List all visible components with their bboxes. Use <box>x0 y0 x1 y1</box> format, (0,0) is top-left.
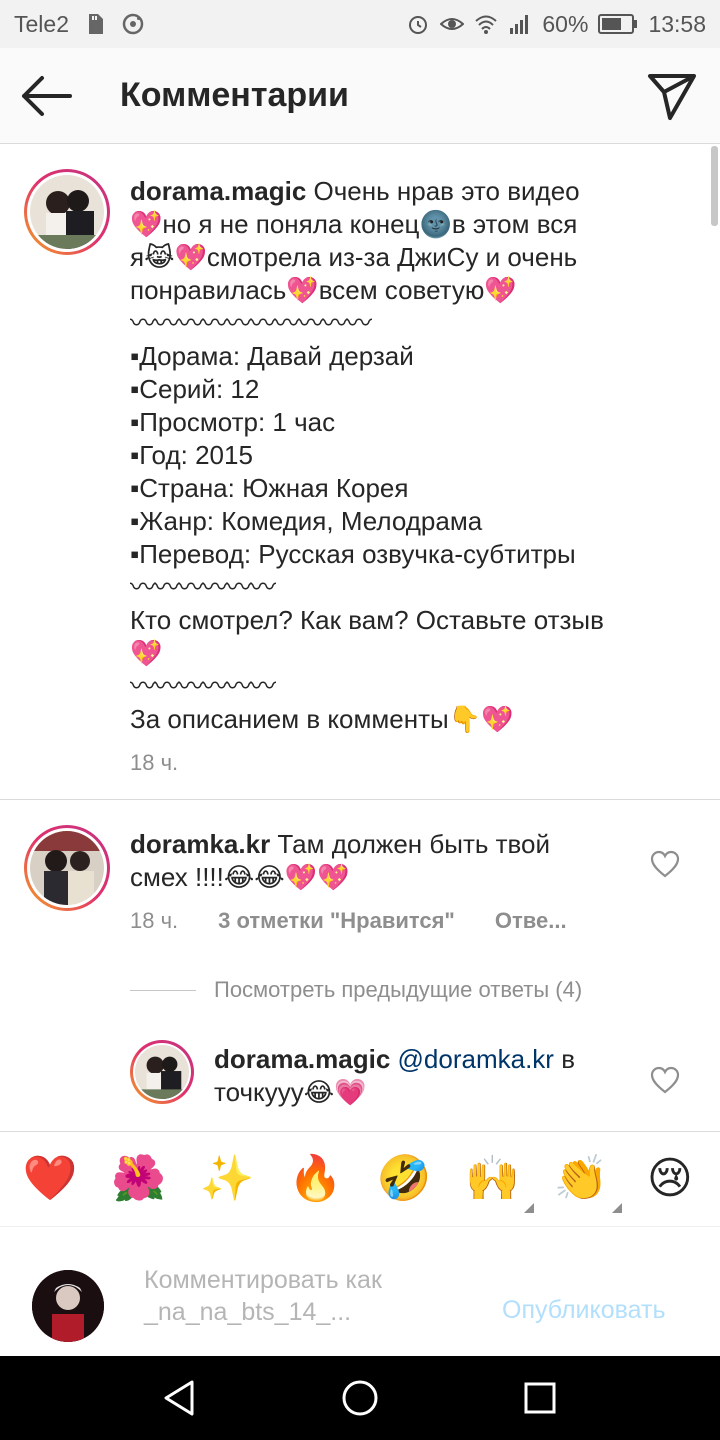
comment-meta: 18 ч. 3 отметки "Нравится" Отве... <box>130 908 567 934</box>
crying-face-emoji-button[interactable]: 😢 <box>635 1155 705 1203</box>
reply-text-a: в <box>561 1044 576 1074</box>
caption-text: dorama.magic Очень нрав это видео 💖но я … <box>130 175 700 779</box>
mention-link[interactable]: @doramka.kr <box>398 1044 554 1074</box>
detail-line: ▪Дорама: Давай дерзай <box>130 341 414 371</box>
sparkling-heart-emoji: 💖 <box>174 242 207 272</box>
rofl-emoji-button[interactable]: 🤣 <box>369 1155 439 1203</box>
comment-text-b: смех !!!! <box>130 862 224 892</box>
comment-username[interactable]: doramka.kr <box>130 829 270 859</box>
comment-composer: Комментировать как _na_na_bts_14_... Опу… <box>0 1228 720 1356</box>
caption-question: Кто смотрел? Как вам? Оставьте отзыв <box>130 605 604 635</box>
detail-line: ▪Страна: Южная Корея <box>130 473 409 503</box>
like-heart-icon[interactable] <box>650 850 680 878</box>
wave-divider: 〰〰〰〰〰〰〰〰〰〰 <box>130 308 372 338</box>
wave-divider: 〰〰〰〰〰〰 <box>130 572 276 602</box>
wave-divider: 〰〰〰〰〰〰 <box>130 671 276 701</box>
clapping-hands-emoji-button[interactable]: 👏 <box>546 1154 623 1213</box>
sd-card-icon <box>88 14 103 34</box>
reply-avatar[interactable] <box>130 1040 194 1104</box>
clock: 13:58 <box>648 10 706 37</box>
caption-line4b: всем советую <box>318 275 485 305</box>
comment-avatar[interactable] <box>24 825 110 911</box>
view-previous-replies[interactable]: Посмотреть предыдущие ответы (4) <box>130 977 582 1003</box>
sparkling-heart-emoji: 💖 <box>130 209 163 239</box>
hibiscus-emoji-button[interactable]: 🌺 <box>104 1155 174 1203</box>
sparkling-heart-emoji: 💖 <box>130 638 163 668</box>
point-down-emoji: 👇 <box>448 704 482 734</box>
caption-line1: Очень нрав это видео <box>313 176 580 206</box>
comment-emojis: 😂😂💖💖 <box>223 862 350 892</box>
nav-recents-icon[interactable] <box>518 1376 562 1420</box>
raised-hands-emoji-button[interactable]: 🙌 <box>458 1154 534 1213</box>
caption-username[interactable]: dorama.magic <box>130 176 306 206</box>
nav-back-icon[interactable] <box>158 1376 202 1420</box>
view-previous-label: Посмотреть предыдущие ответы (4) <box>214 977 583 1002</box>
carrier-label: Tele2 <box>14 10 69 37</box>
header: Комментарии <box>0 48 720 144</box>
battery-icon <box>598 14 638 34</box>
comments-list: dorama.magic Очень нрав это видео 💖но я … <box>0 145 720 1130</box>
signal-icon <box>510 15 529 34</box>
alarm-icon <box>409 16 428 34</box>
caption-avatar[interactable] <box>24 169 110 255</box>
sparkling-heart-emoji: 💖 <box>481 704 514 734</box>
comment-text: doramka.kr Там должен быть твой смех !!!… <box>130 828 590 894</box>
caption-line2b: в этом вся <box>451 209 578 239</box>
sparkling-heart-emoji: 💖 <box>484 275 517 305</box>
laughing-cat-emoji: 😹 <box>144 242 175 272</box>
comment-input-placeholder-user: _na_na_bts_14_... <box>144 1298 352 1326</box>
detail-line: ▪Перевод: Русская озвучка-субтитры <box>130 539 576 569</box>
caption-line2a: но я не поняла конец <box>162 209 420 239</box>
caption-footer: За описанием в комменты <box>130 704 449 734</box>
battery-percent: 60% <box>542 10 589 37</box>
detail-line: ▪Серий: 12 <box>130 374 260 404</box>
sparkling-heart-emoji: 💖 <box>286 275 319 305</box>
clapping-hands-glyph: 👏 <box>553 1154 609 1203</box>
caption-line3a: я <box>130 242 145 272</box>
dark-moon-emoji: 🌚 <box>419 209 452 239</box>
detail-line: ▪Год: 2015 <box>130 440 253 470</box>
direct-send-icon[interactable] <box>644 70 700 122</box>
likes-count-link[interactable]: 3 отметки "Нравится" <box>218 908 455 934</box>
comment-input[interactable]: Комментировать как _na_na_bts_14_... <box>144 1264 484 1328</box>
raised-hands-glyph: 🙌 <box>465 1154 521 1203</box>
my-avatar <box>32 1270 104 1342</box>
detail-line: ▪Просмотр: 1 час <box>130 407 336 437</box>
reply-emojis: 😂💗 <box>303 1077 367 1107</box>
reply-username[interactable]: dorama.magic <box>214 1044 390 1074</box>
comment-timestamp: 18 ч. <box>130 908 179 933</box>
nav-home-icon[interactable] <box>338 1376 382 1420</box>
instagram-notification-icon <box>122 13 144 35</box>
system-navigation-bar <box>0 1356 720 1440</box>
page-title: Комментарии <box>120 76 349 114</box>
like-heart-icon[interactable] <box>650 1066 680 1094</box>
eye-icon <box>440 18 465 30</box>
sparkles-emoji-button[interactable]: ✨ <box>192 1155 262 1203</box>
fire-emoji-button[interactable]: 🔥 <box>281 1155 351 1203</box>
comment-input-placeholder: Комментировать как <box>144 1266 382 1294</box>
detail-line: ▪Жанр: Комедия, Мелодрама <box>130 506 483 536</box>
reply-text: dorama.magic @doramka.kr в точкууу😂💗 <box>214 1043 614 1109</box>
thread-line <box>130 989 196 991</box>
reply-text-b: точкууу <box>214 1077 304 1107</box>
red-heart-emoji-button[interactable]: ❤️ <box>15 1155 85 1203</box>
reply-button[interactable]: Отве... <box>495 908 567 934</box>
back-arrow-icon[interactable] <box>20 72 76 120</box>
caption-line4a: понравилась <box>130 275 287 305</box>
publish-button[interactable]: Опубликовать <box>502 1296 665 1325</box>
quick-emoji-bar: ❤️ 🌺 ✨ 🔥 🤣 🙌 👏 😢 <box>0 1131 720 1227</box>
status-bar: Tele2 60% 13:58 <box>0 0 720 48</box>
divider <box>0 799 720 800</box>
skin-tone-indicator <box>612 1203 623 1213</box>
skin-tone-indicator <box>523 1203 534 1213</box>
wifi-icon <box>475 15 498 34</box>
caption-line3b: смотрела из-за ДжиСу и очень <box>206 242 578 272</box>
caption-timestamp: 18 ч. <box>130 750 179 775</box>
comment-text-a: Там должен быть твой <box>277 829 551 859</box>
